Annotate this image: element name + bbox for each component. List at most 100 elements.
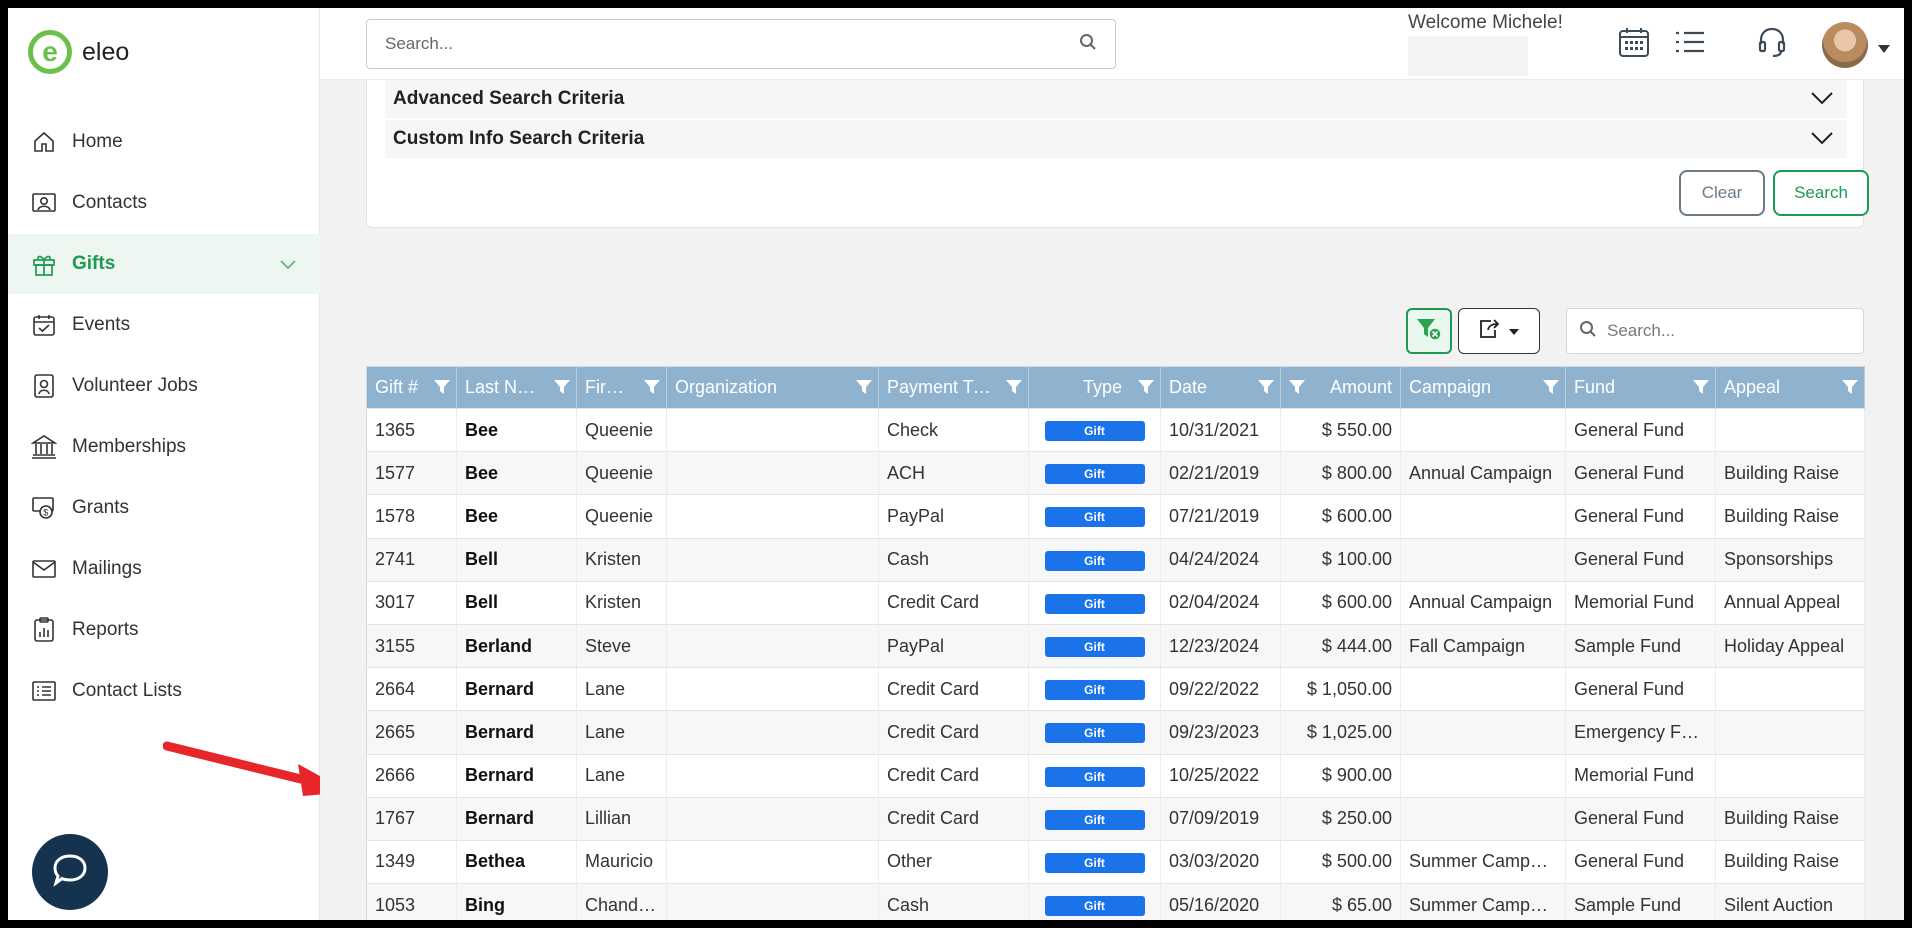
cell-fund: Memorial Fund bbox=[1565, 753, 1716, 798]
column-header-last-name[interactable]: Last Na... bbox=[456, 366, 577, 409]
clear-filters-button[interactable] bbox=[1406, 308, 1452, 354]
column-header-label: Date bbox=[1169, 377, 1208, 398]
filter-icon[interactable] bbox=[856, 379, 872, 400]
type-badge: Gift bbox=[1044, 766, 1145, 787]
table-row[interactable]: 1349 Bethea Mauricio Other Gift 03/03/2020 $ 5… bbox=[366, 839, 1865, 884]
badge-icon bbox=[30, 372, 58, 400]
grid-search-input[interactable]: Search... bbox=[1566, 308, 1864, 354]
gift-icon bbox=[30, 250, 58, 278]
task-list-icon[interactable] bbox=[1670, 22, 1710, 62]
filter-icon[interactable] bbox=[1289, 379, 1305, 400]
cell-amount: $ 600.00 bbox=[1280, 580, 1401, 625]
sidebar-item-reports[interactable]: Reports bbox=[8, 600, 320, 660]
cell-date: 03/03/2020 bbox=[1160, 839, 1281, 884]
sidebar-item-gifts[interactable]: Gifts bbox=[8, 234, 320, 294]
cell-date: 10/31/2021 bbox=[1160, 407, 1281, 452]
table-row[interactable]: 1578 Bee Queenie PayPal Gift 07/21/2019 $ 600.… bbox=[366, 494, 1865, 539]
filter-icon[interactable] bbox=[1543, 379, 1559, 400]
cell-payment-type: Credit Card bbox=[878, 710, 1029, 754]
table-row[interactable]: 2664 Bernard Lane Credit Card Gift 09/22/2022… bbox=[366, 667, 1865, 711]
filter-icon[interactable] bbox=[434, 379, 450, 400]
table-row[interactable]: 2741 Bell Kristen Cash Gift 04/24/2024 $ 100.0… bbox=[366, 537, 1865, 582]
table-header-row: Gift # Last Na... First ... Organization Pay… bbox=[366, 366, 1865, 409]
cell-date: 04/24/2024 bbox=[1160, 537, 1281, 582]
table-row[interactable]: 1577 Bee Queenie ACH Gift 02/21/2019 $ 800.00 A… bbox=[366, 451, 1865, 495]
column-header-payment-type[interactable]: Payment Type bbox=[878, 366, 1029, 409]
filter-icon[interactable] bbox=[1138, 379, 1154, 400]
cell-organization bbox=[666, 580, 879, 625]
cell-type: Gift bbox=[1028, 580, 1161, 625]
table-row[interactable]: 1053 Bing Chandler Cash Gift 05/16/2020 $ 65.0… bbox=[366, 883, 1865, 920]
sidebar-item-contact-lists[interactable]: Contact Lists bbox=[8, 661, 320, 721]
filter-icon[interactable] bbox=[1006, 379, 1022, 400]
search-button[interactable]: Search bbox=[1773, 170, 1869, 216]
type-badge: Gift bbox=[1044, 723, 1145, 744]
filter-icon[interactable] bbox=[554, 379, 570, 400]
column-header-label: Type bbox=[1082, 377, 1122, 398]
column-header-amount[interactable]: Amount bbox=[1280, 366, 1401, 409]
table-row[interactable]: 3155 Berland Steve PayPal Gift 12/23/2024 $ 44… bbox=[366, 623, 1865, 668]
filter-icon[interactable] bbox=[1693, 379, 1709, 400]
cell-type: Gift bbox=[1028, 451, 1161, 495]
cell-type: Gift bbox=[1028, 407, 1161, 452]
table-row[interactable]: 3017 Bell Kristen Credit Card Gift 02/04/2024… bbox=[366, 580, 1865, 625]
accordion-title: Custom Info Search Criteria bbox=[393, 128, 645, 149]
cell-fund: General Fund bbox=[1565, 537, 1716, 582]
cell-gift-number: 3017 bbox=[366, 580, 457, 625]
sidebar-item-home[interactable]: Home bbox=[8, 112, 320, 172]
column-header-fund[interactable]: Fund bbox=[1565, 366, 1716, 409]
app-logo[interactable]: e eleo bbox=[28, 30, 129, 74]
column-header-organization[interactable]: Organization bbox=[666, 366, 879, 409]
advanced-search-accordion[interactable]: Advanced Search Criteria bbox=[385, 80, 1847, 118]
cell-organization bbox=[666, 753, 879, 798]
caret-down-icon bbox=[1509, 322, 1519, 340]
search-criteria-panel: Advanced Search Criteria Custom Info Sea… bbox=[366, 80, 1869, 228]
headset-icon[interactable] bbox=[1752, 22, 1792, 62]
cell-date: 10/25/2022 bbox=[1160, 753, 1281, 798]
top-bar: Search... Welcome Michele! bbox=[320, 8, 1904, 80]
cell-last-name: Bee bbox=[456, 407, 577, 452]
export-button[interactable] bbox=[1458, 308, 1540, 354]
cell-campaign bbox=[1400, 537, 1566, 582]
column-header-first-name[interactable]: First ... bbox=[576, 366, 667, 409]
filter-icon[interactable] bbox=[1258, 379, 1274, 400]
chevron-down-icon[interactable] bbox=[1811, 129, 1833, 151]
clear-button[interactable]: Clear bbox=[1679, 170, 1765, 216]
column-header-gift-number[interactable]: Gift # bbox=[366, 366, 457, 409]
sidebar-item-memberships[interactable]: Memberships bbox=[8, 417, 320, 477]
chat-button[interactable] bbox=[32, 834, 108, 910]
cell-amount: $ 65.00 bbox=[1280, 883, 1401, 920]
column-header-campaign[interactable]: Campaign bbox=[1400, 366, 1566, 409]
search-icon[interactable] bbox=[1079, 33, 1097, 56]
table-row[interactable]: 2665 Bernard Lane Credit Card Gift 09/23/2023… bbox=[366, 710, 1865, 754]
column-header-date[interactable]: Date bbox=[1160, 366, 1281, 409]
filter-icon[interactable] bbox=[1842, 379, 1858, 400]
sidebar-item-grants[interactable]: $ Grants bbox=[8, 478, 320, 538]
filter-icon[interactable] bbox=[644, 379, 660, 400]
sidebar-item-mailings[interactable]: Mailings bbox=[8, 539, 320, 599]
calendar-icon[interactable] bbox=[1614, 22, 1654, 62]
table-row[interactable]: 2666 Bernard Lane Credit Card Gift 10/25/2022… bbox=[366, 753, 1865, 798]
cell-last-name: Bernard bbox=[456, 753, 577, 798]
cell-date: 02/04/2024 bbox=[1160, 580, 1281, 625]
cell-campaign bbox=[1400, 407, 1566, 452]
column-header-appeal[interactable]: Appeal bbox=[1715, 366, 1865, 409]
app-name: eleo bbox=[82, 37, 130, 66]
table-row[interactable]: 1767 Bernard Lillian Credit Card Gift 07/09/2… bbox=[366, 796, 1865, 841]
cell-appeal bbox=[1715, 710, 1865, 754]
sidebar-item-events[interactable]: Events bbox=[8, 295, 320, 355]
sidebar-item-contacts[interactable]: Contacts bbox=[8, 173, 320, 233]
column-header-type[interactable]: Type bbox=[1028, 366, 1161, 409]
avatar[interactable] bbox=[1822, 22, 1868, 68]
sidebar-item-volunteer-jobs[interactable]: Volunteer Jobs bbox=[8, 356, 320, 416]
caret-down-icon[interactable] bbox=[1878, 40, 1890, 58]
global-search-input[interactable]: Search... bbox=[366, 19, 1116, 69]
custom-info-search-accordion[interactable]: Custom Info Search Criteria bbox=[385, 120, 1847, 158]
cell-campaign bbox=[1400, 796, 1566, 841]
chevron-down-icon[interactable] bbox=[1811, 89, 1833, 111]
cell-last-name: Bernard bbox=[456, 667, 577, 711]
chevron-down-icon[interactable] bbox=[280, 254, 296, 276]
redacted-text bbox=[1408, 36, 1528, 76]
table-row[interactable]: 1365 Bee Queenie Check Gift 10/31/2021 $ 550.0… bbox=[366, 407, 1865, 452]
cell-organization bbox=[666, 451, 879, 495]
